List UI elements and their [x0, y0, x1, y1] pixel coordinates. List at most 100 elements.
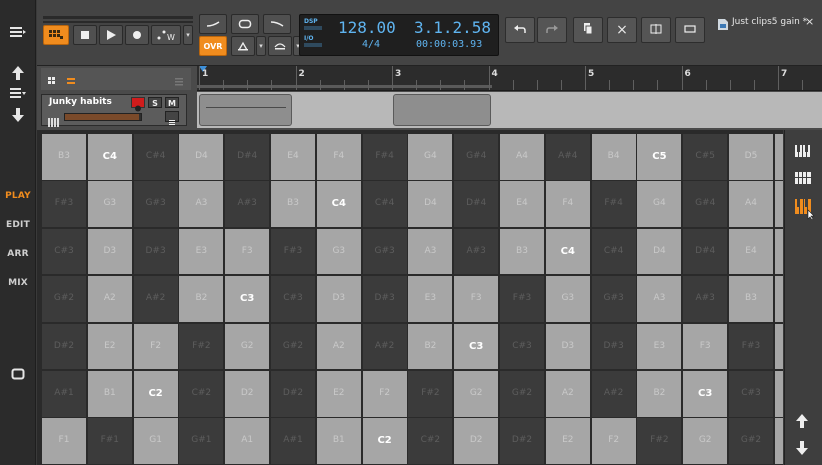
note-pad[interactable]: B1	[87, 371, 132, 417]
note-grid-icon[interactable]	[794, 198, 816, 221]
note-pad[interactable]: D2	[454, 418, 499, 464]
consolidate-button[interactable]	[675, 17, 705, 43]
note-pad-partial[interactable]	[774, 181, 783, 227]
note-pad[interactable]: G3	[316, 228, 361, 275]
note-pad[interactable]: C4	[87, 134, 132, 180]
note-pad[interactable]: A2	[545, 371, 590, 417]
note-pad[interactable]: G2	[683, 418, 728, 464]
track-menu-button[interactable]	[165, 111, 179, 125]
note-pad[interactable]: E2	[545, 418, 590, 464]
note-pad[interactable]: F2	[133, 323, 178, 370]
note-pad[interactable]: G2	[225, 323, 270, 370]
track-lane[interactable]	[197, 92, 822, 128]
note-pad[interactable]: C#3	[42, 228, 86, 275]
clip-2[interactable]	[393, 94, 491, 126]
punch-in-button[interactable]	[231, 36, 255, 56]
note-pad[interactable]: D4	[179, 134, 224, 180]
note-pad[interactable]: D#4	[454, 181, 499, 227]
overdub-button[interactable]: OVR	[199, 36, 227, 56]
record-button[interactable]	[125, 25, 149, 45]
note-pad[interactable]: A#3	[683, 276, 728, 322]
note-pad[interactable]: C#2	[408, 418, 453, 464]
tempo-display[interactable]: 128.00	[338, 18, 396, 37]
note-pad[interactable]: F#4	[591, 181, 636, 227]
arrow-up-icon[interactable]	[6, 65, 30, 85]
scroll-up-icon[interactable]	[796, 413, 810, 429]
note-pad[interactable]: F#1	[87, 418, 132, 464]
panel-icon[interactable]	[6, 366, 30, 386]
mode-play[interactable]: PLAY	[0, 191, 36, 201]
fade-in-button[interactable]	[199, 14, 227, 34]
note-pad-partial[interactable]	[774, 418, 783, 464]
note-pad[interactable]: D#2	[500, 418, 544, 464]
note-pad[interactable]: A1	[225, 418, 270, 464]
note-pad-partial[interactable]	[774, 134, 783, 180]
note-pad[interactable]: B2	[179, 276, 224, 322]
note-pad[interactable]: A2	[316, 323, 361, 370]
project-tab-close-icon[interactable]: ×	[805, 15, 814, 28]
note-pad[interactable]: C3	[225, 276, 270, 322]
note-pad[interactable]: A#1	[271, 418, 315, 464]
mixer-toggle-icon[interactable]	[173, 72, 187, 86]
note-pad[interactable]: C3	[454, 323, 499, 370]
note-pad[interactable]: C#2	[179, 371, 224, 417]
note-pad[interactable]: D3	[87, 228, 132, 275]
note-pad[interactable]: D3	[316, 276, 361, 322]
loop-button[interactable]	[231, 14, 259, 34]
note-pad[interactable]: A4	[500, 134, 544, 180]
track-record-arm-button[interactable]	[131, 97, 145, 112]
note-pad[interactable]: B4	[591, 134, 636, 180]
note-pad[interactable]: G4	[637, 181, 682, 227]
note-pad[interactable]: G#2	[271, 323, 315, 370]
note-pad[interactable]: G#3	[591, 276, 636, 322]
project-tab-title[interactable]: Just clips5 gain *	[732, 17, 807, 27]
note-pad[interactable]: A3	[179, 181, 224, 227]
note-pad[interactable]: B2	[637, 371, 682, 417]
note-pad[interactable]: F2	[362, 371, 407, 417]
time-signature-display[interactable]: 4/4	[362, 39, 380, 50]
undo-button[interactable]	[505, 17, 535, 43]
note-pad[interactable]: A3	[637, 276, 682, 322]
note-pad[interactable]: E2	[316, 371, 361, 417]
note-pad[interactable]: D#2	[42, 323, 86, 370]
note-pad[interactable]: F#3	[500, 276, 544, 322]
note-pad[interactable]: C#4	[591, 228, 636, 275]
split-button[interactable]	[641, 17, 671, 43]
note-pad[interactable]: G#3	[133, 181, 178, 227]
note-pad[interactable]: A3	[408, 228, 453, 275]
redo-button[interactable]	[537, 17, 567, 43]
note-pad[interactable]: D#4	[683, 228, 728, 275]
note-pad[interactable]: E4	[500, 181, 544, 227]
note-pad[interactable]: D4	[637, 228, 682, 275]
note-pad[interactable]: C#5	[683, 134, 728, 180]
note-pad[interactable]: B3	[500, 228, 544, 275]
note-pad[interactable]: B3	[271, 181, 315, 227]
sequencer-toggle-button[interactable]	[43, 25, 69, 45]
note-pad[interactable]: G3	[545, 276, 590, 322]
note-pad[interactable]: B3	[42, 134, 86, 180]
note-pad[interactable]: C2	[133, 371, 178, 417]
automation-mode-dropdown[interactable]: ▾	[183, 25, 193, 45]
stop-button[interactable]	[73, 25, 97, 45]
drum-pads-icon[interactable]	[794, 170, 814, 188]
note-pad[interactable]: G2	[454, 371, 499, 417]
note-pad[interactable]: D4	[408, 181, 453, 227]
note-pad[interactable]: E3	[408, 276, 453, 322]
note-pad[interactable]: G#2	[729, 418, 773, 464]
note-pad[interactable]: C#3	[271, 276, 315, 322]
note-pad[interactable]: F1	[42, 418, 86, 464]
piano-keys-icon[interactable]	[794, 143, 814, 161]
delete-button[interactable]: ×	[607, 17, 637, 43]
note-pad[interactable]: C4	[316, 181, 361, 227]
note-pad[interactable]: F2	[591, 418, 636, 464]
note-pad[interactable]: A#2	[591, 371, 636, 417]
menu-icon[interactable]	[6, 24, 30, 44]
mode-mix[interactable]: MIX	[0, 278, 36, 288]
arrow-down-icon[interactable]	[6, 107, 30, 127]
note-pad[interactable]: F#2	[408, 371, 453, 417]
note-pad[interactable]: D#4	[225, 134, 270, 180]
track-name[interactable]: Junky habits	[49, 97, 112, 107]
note-pad[interactable]: D5	[729, 134, 773, 180]
note-pad[interactable]: D2	[225, 371, 270, 417]
mode-edit[interactable]: EDIT	[0, 220, 36, 230]
